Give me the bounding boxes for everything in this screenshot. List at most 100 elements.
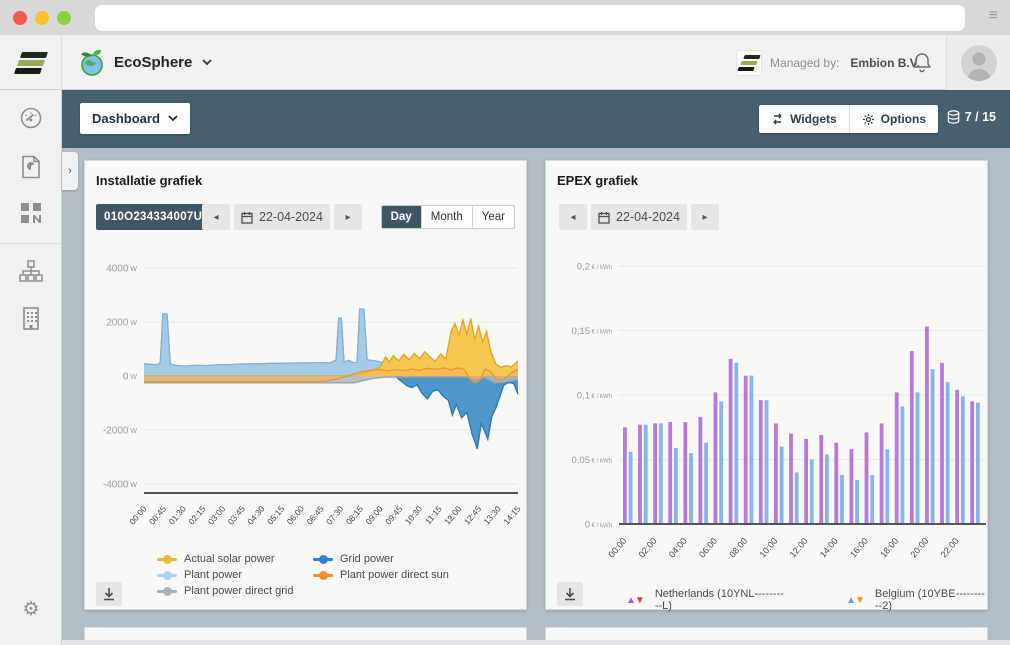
legend-item[interactable]: Plant power [157,569,293,581]
app-header: EcoSphere Managed by: Embion B.V. [0,35,1010,90]
device-id-badge[interactable]: 010O234334007U [96,204,210,230]
legend-label: Plant power [184,569,242,581]
prev-date-button[interactable]: ◂ [559,204,587,230]
svg-text:0,2 € / kWh: 0,2 € / kWh [577,262,612,273]
tab-day[interactable]: Day [382,206,422,228]
navbar-button-group: Widgets Options [759,105,938,133]
epex-legend: ▲▼ Netherlands (10YNL----------L) ▲▼ Bel… [626,588,987,612]
svg-text:14:15: 14:15 [501,504,523,527]
legend-item[interactable]: Plant power direct grid [157,585,293,597]
options-button[interactable]: Options [849,105,938,133]
legend-item[interactable]: ▲▼ Belgium (10YBE----------2) [846,588,987,612]
svg-text:0,15 € / kWh: 0,15 € / kWh [571,326,612,337]
svg-text:13:30: 13:30 [482,504,504,527]
svg-text:00:45: 00:45 [147,504,169,527]
date-picker-button[interactable]: 22-04-2024 [591,204,687,230]
svg-text:22:00: 22:00 [939,536,961,560]
managed-by: Managed by: Embion B.V. [736,35,920,90]
sidebar-item-reports[interactable] [0,155,62,179]
embion-logo-icon [18,52,44,74]
managed-by-label: Managed by: [770,56,839,70]
svg-text:00:00: 00:00 [606,536,628,560]
ecosphere-logo-icon [78,49,106,77]
card-title: EPEX grafiek [557,173,638,188]
download-chart-button[interactable] [96,582,122,606]
legend-label: Grid power [340,553,394,565]
svg-text:20:00: 20:00 [908,536,930,560]
calendar-icon [241,211,253,224]
svg-text:10:30: 10:30 [403,504,425,527]
sidebar-item-dashboard[interactable] [0,107,62,129]
series-marker [157,571,177,580]
svg-text:14:00: 14:00 [818,536,840,560]
brand-name: EcoSphere [114,54,192,71]
svg-text:2000 W: 2000 W [106,318,137,329]
svg-text:4000 W: 4000 W [106,264,137,275]
download-chart-button[interactable] [557,582,583,606]
legend-item[interactable]: ▲▼ Netherlands (10YNL----------L) [626,588,784,612]
bell-icon [912,52,932,73]
minimize-window-button[interactable] [35,11,49,25]
prev-date-button[interactable]: ◂ [202,204,230,230]
avatar [961,45,997,81]
maximize-window-button[interactable] [57,11,71,25]
stack-icon [947,110,960,124]
legend-label: Actual solar power [184,553,275,565]
legend-item[interactable]: Actual solar power [157,553,293,565]
epex-chart-card: EPEX grafiek ◂ 22-04-2024 ▸ 0,2 € / kWh 0… [545,160,988,610]
svg-text:02:15: 02:15 [186,504,208,527]
browser-menu-icon[interactable]: ≡ [989,7,998,25]
dashboard-selector[interactable]: Dashboard [80,103,190,134]
chevron-down-icon [168,115,178,122]
next-date-button[interactable]: ▸ [334,204,362,230]
options-button-label: Options [881,112,926,126]
legend-label: Plant power direct grid [184,585,293,597]
user-menu[interactable] [946,35,1010,90]
sidebar-item-settings[interactable]: ⚙ [0,598,62,621]
svg-text:08:00: 08:00 [727,536,749,560]
tab-year[interactable]: Year [473,206,514,228]
dashboard-navbar: Dashboard Widgets Options 7 / 15 [62,90,1010,148]
sidebar-item-widgets[interactable] [0,202,62,224]
sidebar-item-sitemap[interactable] [0,260,62,282]
tab-month[interactable]: Month [422,206,473,228]
date-value: 22-04-2024 [616,210,680,224]
widgets-grid-icon [20,202,42,224]
gauge-icon [19,107,43,129]
series-marker: ▲▼ [846,595,864,606]
gear-icon [862,113,875,126]
widget-counter-value: 7 / 15 [965,110,996,124]
svg-text:04:30: 04:30 [245,504,267,527]
series-marker [313,571,333,580]
next-date-button[interactable]: ▸ [691,204,719,230]
svg-text:0 W: 0 W [123,372,138,383]
dashboard-selector-label: Dashboard [92,111,160,126]
svg-text:01:30: 01:30 [167,504,189,527]
widgets-swap-icon [771,113,784,125]
svg-text:04:00: 04:00 [667,536,689,560]
download-icon [102,587,116,601]
notifications-button[interactable] [912,52,932,78]
widget-counter: 7 / 15 [947,110,996,124]
sidebar-expand-tab[interactable]: › [62,152,78,190]
epex-bar-chart: 0,2 € / kWh0,15 € / kWh0,1 € / kWh0,05 €… [546,251,989,571]
svg-text:08:15: 08:15 [344,504,366,527]
chart-legend-column: Grid power Plant power direct sun [313,553,449,581]
widgets-button[interactable]: Widgets [759,105,849,133]
address-bar[interactable] [95,5,965,31]
sidebar-item-buildings[interactable] [0,306,62,330]
chevron-right-icon: › [68,165,72,177]
date-picker-button[interactable]: 22-04-2024 [234,204,330,230]
legend-item[interactable]: Grid power [313,553,449,565]
embion-logo[interactable] [0,35,62,90]
svg-text:06:45: 06:45 [304,504,326,527]
sidebar-divider [0,243,62,244]
legend-label: Netherlands (10YNL----------L) [655,588,784,612]
close-window-button[interactable] [13,11,27,25]
sitemap-icon [19,260,43,282]
card-title: Installatie grafiek [96,173,202,188]
legend-item[interactable]: Plant power direct sun [313,569,449,581]
brand-menu[interactable]: EcoSphere [78,35,212,90]
chart-legend-column: Actual solar power Plant power Plant pow… [157,553,293,597]
date-value: 22-04-2024 [259,210,323,224]
